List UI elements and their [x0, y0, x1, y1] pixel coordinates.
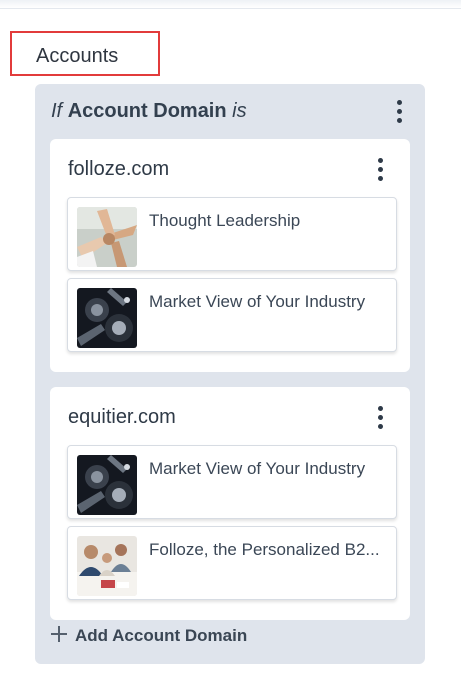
domain-more-options-icon[interactable]: [374, 406, 386, 430]
hands-teamwork-thumbnail: [77, 207, 137, 267]
asset-title: Market View of Your Industry: [149, 459, 366, 478]
asset-card[interactable]: Thought Leadership: [67, 197, 397, 271]
asset-title: Thought Leadership: [149, 211, 301, 230]
rule-panel: If Account Domain is folloze.com Thought…: [35, 84, 425, 664]
add-account-domain-label: Add Account Domain: [75, 626, 248, 645]
domain-card-folloze: folloze.com Thought Leadership Market Vi…: [50, 139, 410, 372]
plus-icon: [51, 626, 67, 642]
asset-title: Folloze, the Personalized B2...: [149, 540, 380, 559]
domain-card-equitier: equitier.com Market View of Your Industr…: [50, 387, 410, 620]
top-bar: [0, 0, 461, 9]
domain-name: folloze.com: [68, 158, 170, 180]
rule-operator: is: [232, 100, 247, 122]
accounts-tab-label: Accounts: [36, 45, 119, 67]
robotic-machinery-thumbnail: [77, 455, 137, 515]
add-account-domain-button[interactable]: Add Account Domain: [51, 626, 247, 646]
asset-card[interactable]: Market View of Your Industry: [67, 278, 397, 352]
rule-header: If Account Domain is: [51, 100, 247, 123]
rule-prefix: If: [51, 100, 63, 122]
rule-more-options-icon[interactable]: [393, 100, 405, 124]
domain-name: equitier.com: [68, 406, 176, 428]
rule-field: Account Domain: [67, 100, 227, 122]
robotic-machinery-thumbnail: [77, 288, 137, 348]
domain-more-options-icon[interactable]: [374, 158, 386, 182]
business-meeting-thumbnail: [77, 536, 137, 596]
asset-title: Market View of Your Industry: [149, 292, 366, 311]
accounts-tab[interactable]: Accounts: [10, 31, 160, 76]
asset-card[interactable]: Market View of Your Industry: [67, 445, 397, 519]
asset-card[interactable]: Folloze, the Personalized B2...: [67, 526, 397, 600]
